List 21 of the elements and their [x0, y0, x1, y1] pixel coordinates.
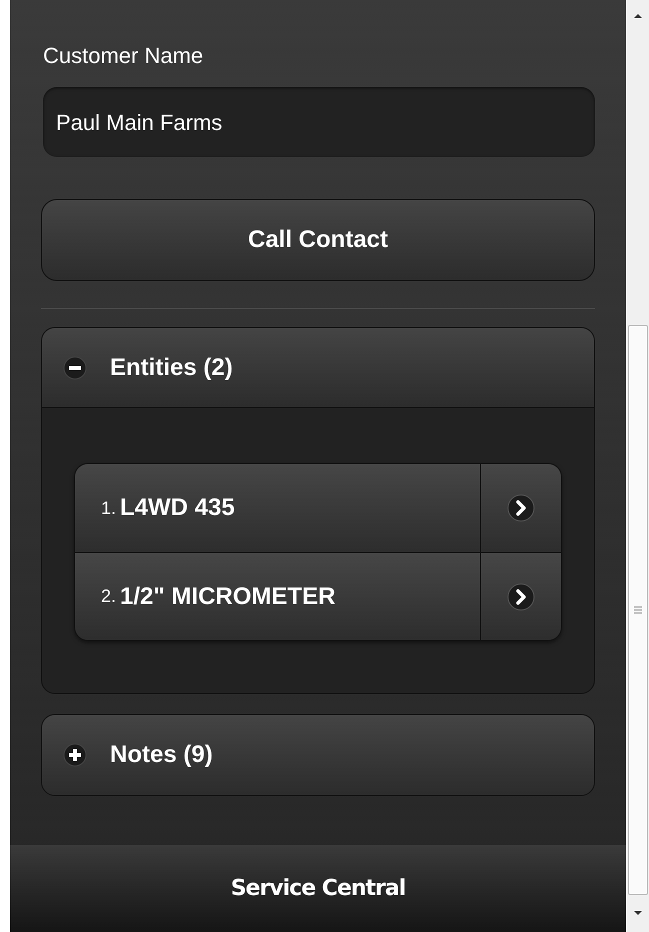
list-item[interactable]: 1. L4WD 435 [75, 464, 480, 552]
item-number: 1. [101, 496, 116, 520]
scroll-down-icon[interactable] [632, 909, 642, 917]
item-label: 1/2" MICROMETER [120, 582, 336, 612]
chevron-right-icon [507, 494, 535, 522]
scroll-up-icon[interactable] [632, 12, 642, 20]
scrollbar[interactable] [626, 0, 649, 932]
item-number: 2. [101, 585, 116, 608]
grip-icon [634, 606, 642, 614]
scrollbar-thumb[interactable] [628, 325, 648, 895]
chevron-right-icon [507, 582, 535, 610]
field-label: Customer Name [43, 42, 204, 70]
input-field[interactable]: Paul Main Farms [43, 87, 595, 157]
call-contact-button[interactable]: Call Contact [41, 199, 595, 281]
section-header[interactable]: Entities (2) [42, 328, 594, 408]
item-detail-button[interactable] [480, 553, 561, 640]
section-header[interactable]: Notes (9) [42, 715, 594, 795]
item-label: L4WD 435 [120, 493, 235, 523]
item-detail-button[interactable] [480, 464, 561, 552]
footer-title: Service Central [230, 875, 406, 903]
list-item[interactable]: 2. 1/2" MICROMETER [75, 553, 480, 640]
